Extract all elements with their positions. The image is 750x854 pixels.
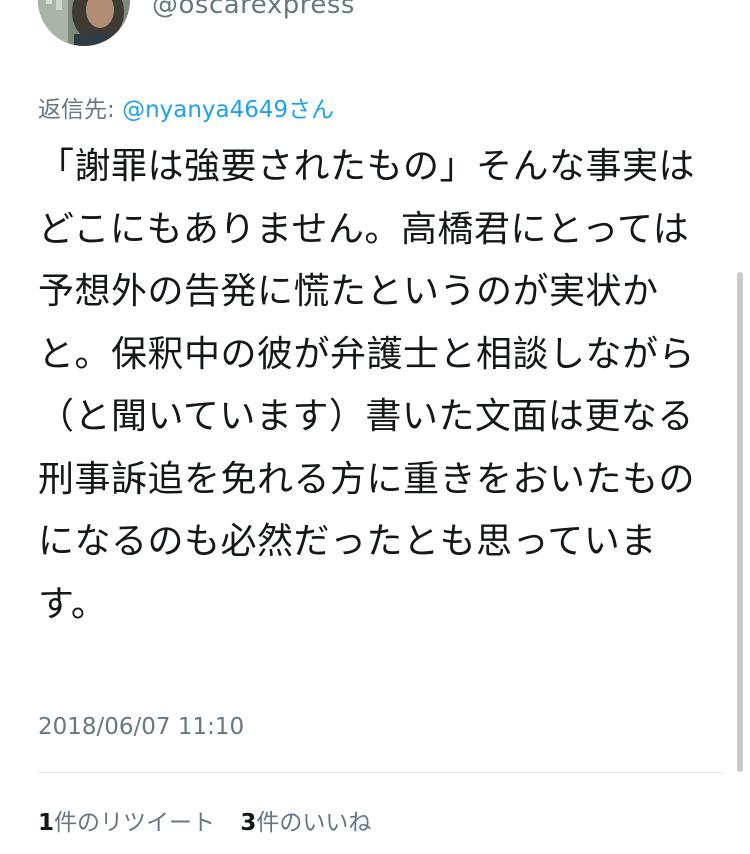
tweet-stats: 1件のリツイート 3件のいいね <box>38 803 389 837</box>
reply-to-mention-link[interactable]: @nyanya4649さん <box>122 97 334 123</box>
divider <box>38 772 724 773</box>
likes-stat-link[interactable]: 3件のいいね <box>240 810 371 836</box>
likes-label: 件のいいね <box>256 810 372 836</box>
tweet-timestamp[interactable]: 2018/06/07 11:10 <box>38 714 244 740</box>
profile-photo-icon <box>38 0 130 46</box>
tweet-text: 「謝罪は強要されたもの」そんな事実はどこにもありません。高橋君にとっては予想外の… <box>38 146 696 625</box>
retweets-label: 件のリツイート <box>54 810 216 836</box>
scrollbar[interactable] <box>737 272 743 772</box>
reply-to-line: 返信先: @nyanya4649さん <box>38 90 334 124</box>
avatar[interactable] <box>38 0 130 46</box>
retweets-count: 1 <box>38 810 55 836</box>
reply-to-label: 返信先: <box>38 97 123 123</box>
likes-count: 3 <box>240 810 257 836</box>
retweets-stat-link[interactable]: 1件のリツイート <box>38 810 215 836</box>
author-handle[interactable]: @oscarexpress <box>152 0 355 20</box>
